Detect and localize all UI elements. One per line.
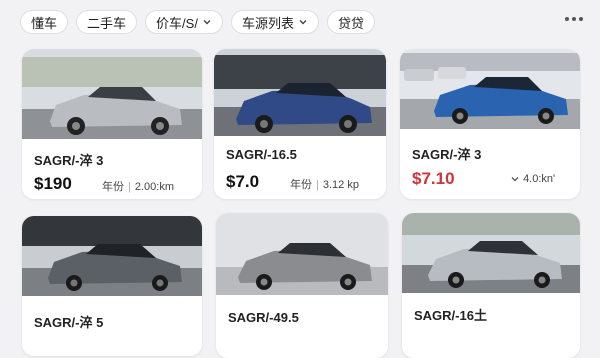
chevron-down-icon bbox=[203, 20, 211, 25]
listing-title: SAGR/-49.5 bbox=[228, 310, 299, 325]
listing-title: SAGR/-16.5 bbox=[226, 147, 297, 162]
listing-card[interactable]: SAGR/-淬 5 bbox=[22, 216, 202, 356]
car-photo bbox=[214, 49, 386, 136]
chip-label: 懂车 bbox=[31, 15, 58, 31]
mileage: 4.0:kn' bbox=[523, 173, 556, 185]
filter-chip-loan[interactable]: 贷贷 bbox=[326, 10, 375, 34]
car-image bbox=[402, 213, 580, 293]
listing-meta: 年份 | 3.12 kp bbox=[290, 176, 359, 192]
car-image bbox=[400, 49, 580, 129]
mileage: 2.00:km bbox=[134, 181, 174, 193]
listing-title: SAGR/-16土 bbox=[414, 308, 487, 323]
more-dot bbox=[579, 17, 583, 21]
listing-card[interactable]: SAGR/-16土 bbox=[402, 213, 580, 358]
listing-card[interactable]: SAGR/-淬 3 $190 年份 | 2.00:km bbox=[22, 49, 202, 199]
age-label: 年份 bbox=[290, 179, 312, 191]
chip-label: 贷贷 bbox=[337, 15, 364, 31]
age-label: 年份 bbox=[102, 181, 124, 193]
chevron-down-icon bbox=[299, 20, 307, 25]
filter-chip-used-car[interactable]: 二手车 bbox=[76, 10, 138, 34]
listing-price: $7.10 bbox=[412, 169, 455, 188]
listing-price: $7.0 bbox=[226, 172, 260, 191]
car-image bbox=[22, 216, 202, 296]
filter-chip-price[interactable]: 价车/S/ bbox=[145, 10, 223, 34]
chip-label: 价车/S/ bbox=[156, 15, 198, 31]
separator: | bbox=[128, 181, 131, 193]
car-photo bbox=[400, 49, 580, 129]
listing-card[interactable]: SAGR/-49.5 bbox=[216, 213, 388, 358]
listing-title: SAGR/-淬 3 bbox=[412, 147, 482, 162]
chip-label: 车源列表 bbox=[241, 15, 294, 31]
listing-title: SAGR/-淬 5 bbox=[34, 315, 104, 330]
car-image bbox=[214, 49, 386, 136]
chevron-down-icon bbox=[511, 177, 519, 182]
filter-chip-dongche[interactable]: 懂车 bbox=[20, 10, 69, 34]
filter-chip-listing[interactable]: 车源列表 bbox=[230, 10, 319, 34]
listing-meta: 年份 | 2.00:km bbox=[102, 178, 174, 194]
listing-title: SAGR/-淬 3 bbox=[34, 153, 104, 168]
car-photo bbox=[22, 216, 202, 296]
car-photo bbox=[22, 49, 202, 139]
chip-label: 二手车 bbox=[87, 15, 127, 31]
car-photo bbox=[402, 213, 580, 293]
more-dot bbox=[572, 17, 576, 21]
car-photo bbox=[216, 213, 388, 295]
more-dot bbox=[565, 17, 569, 21]
listing-meta: 4.0:kn' bbox=[510, 173, 555, 185]
separator: | bbox=[316, 179, 319, 191]
filter-bar: 懂车 二手车 价车/S/ 车源列表 贷贷 bbox=[0, 0, 600, 44]
mileage: 3.12 kp bbox=[322, 179, 359, 191]
car-image bbox=[216, 213, 388, 295]
listing-card[interactable]: SAGR/-淬 3 $7.10 4.0:kn' bbox=[400, 49, 580, 199]
more-options-button[interactable] bbox=[562, 10, 586, 28]
listing-card[interactable]: SAGR/-16.5 $7.0 年份 | 3.12 kp bbox=[214, 49, 386, 199]
car-image bbox=[22, 49, 202, 139]
listing-price: $190 bbox=[34, 174, 72, 193]
